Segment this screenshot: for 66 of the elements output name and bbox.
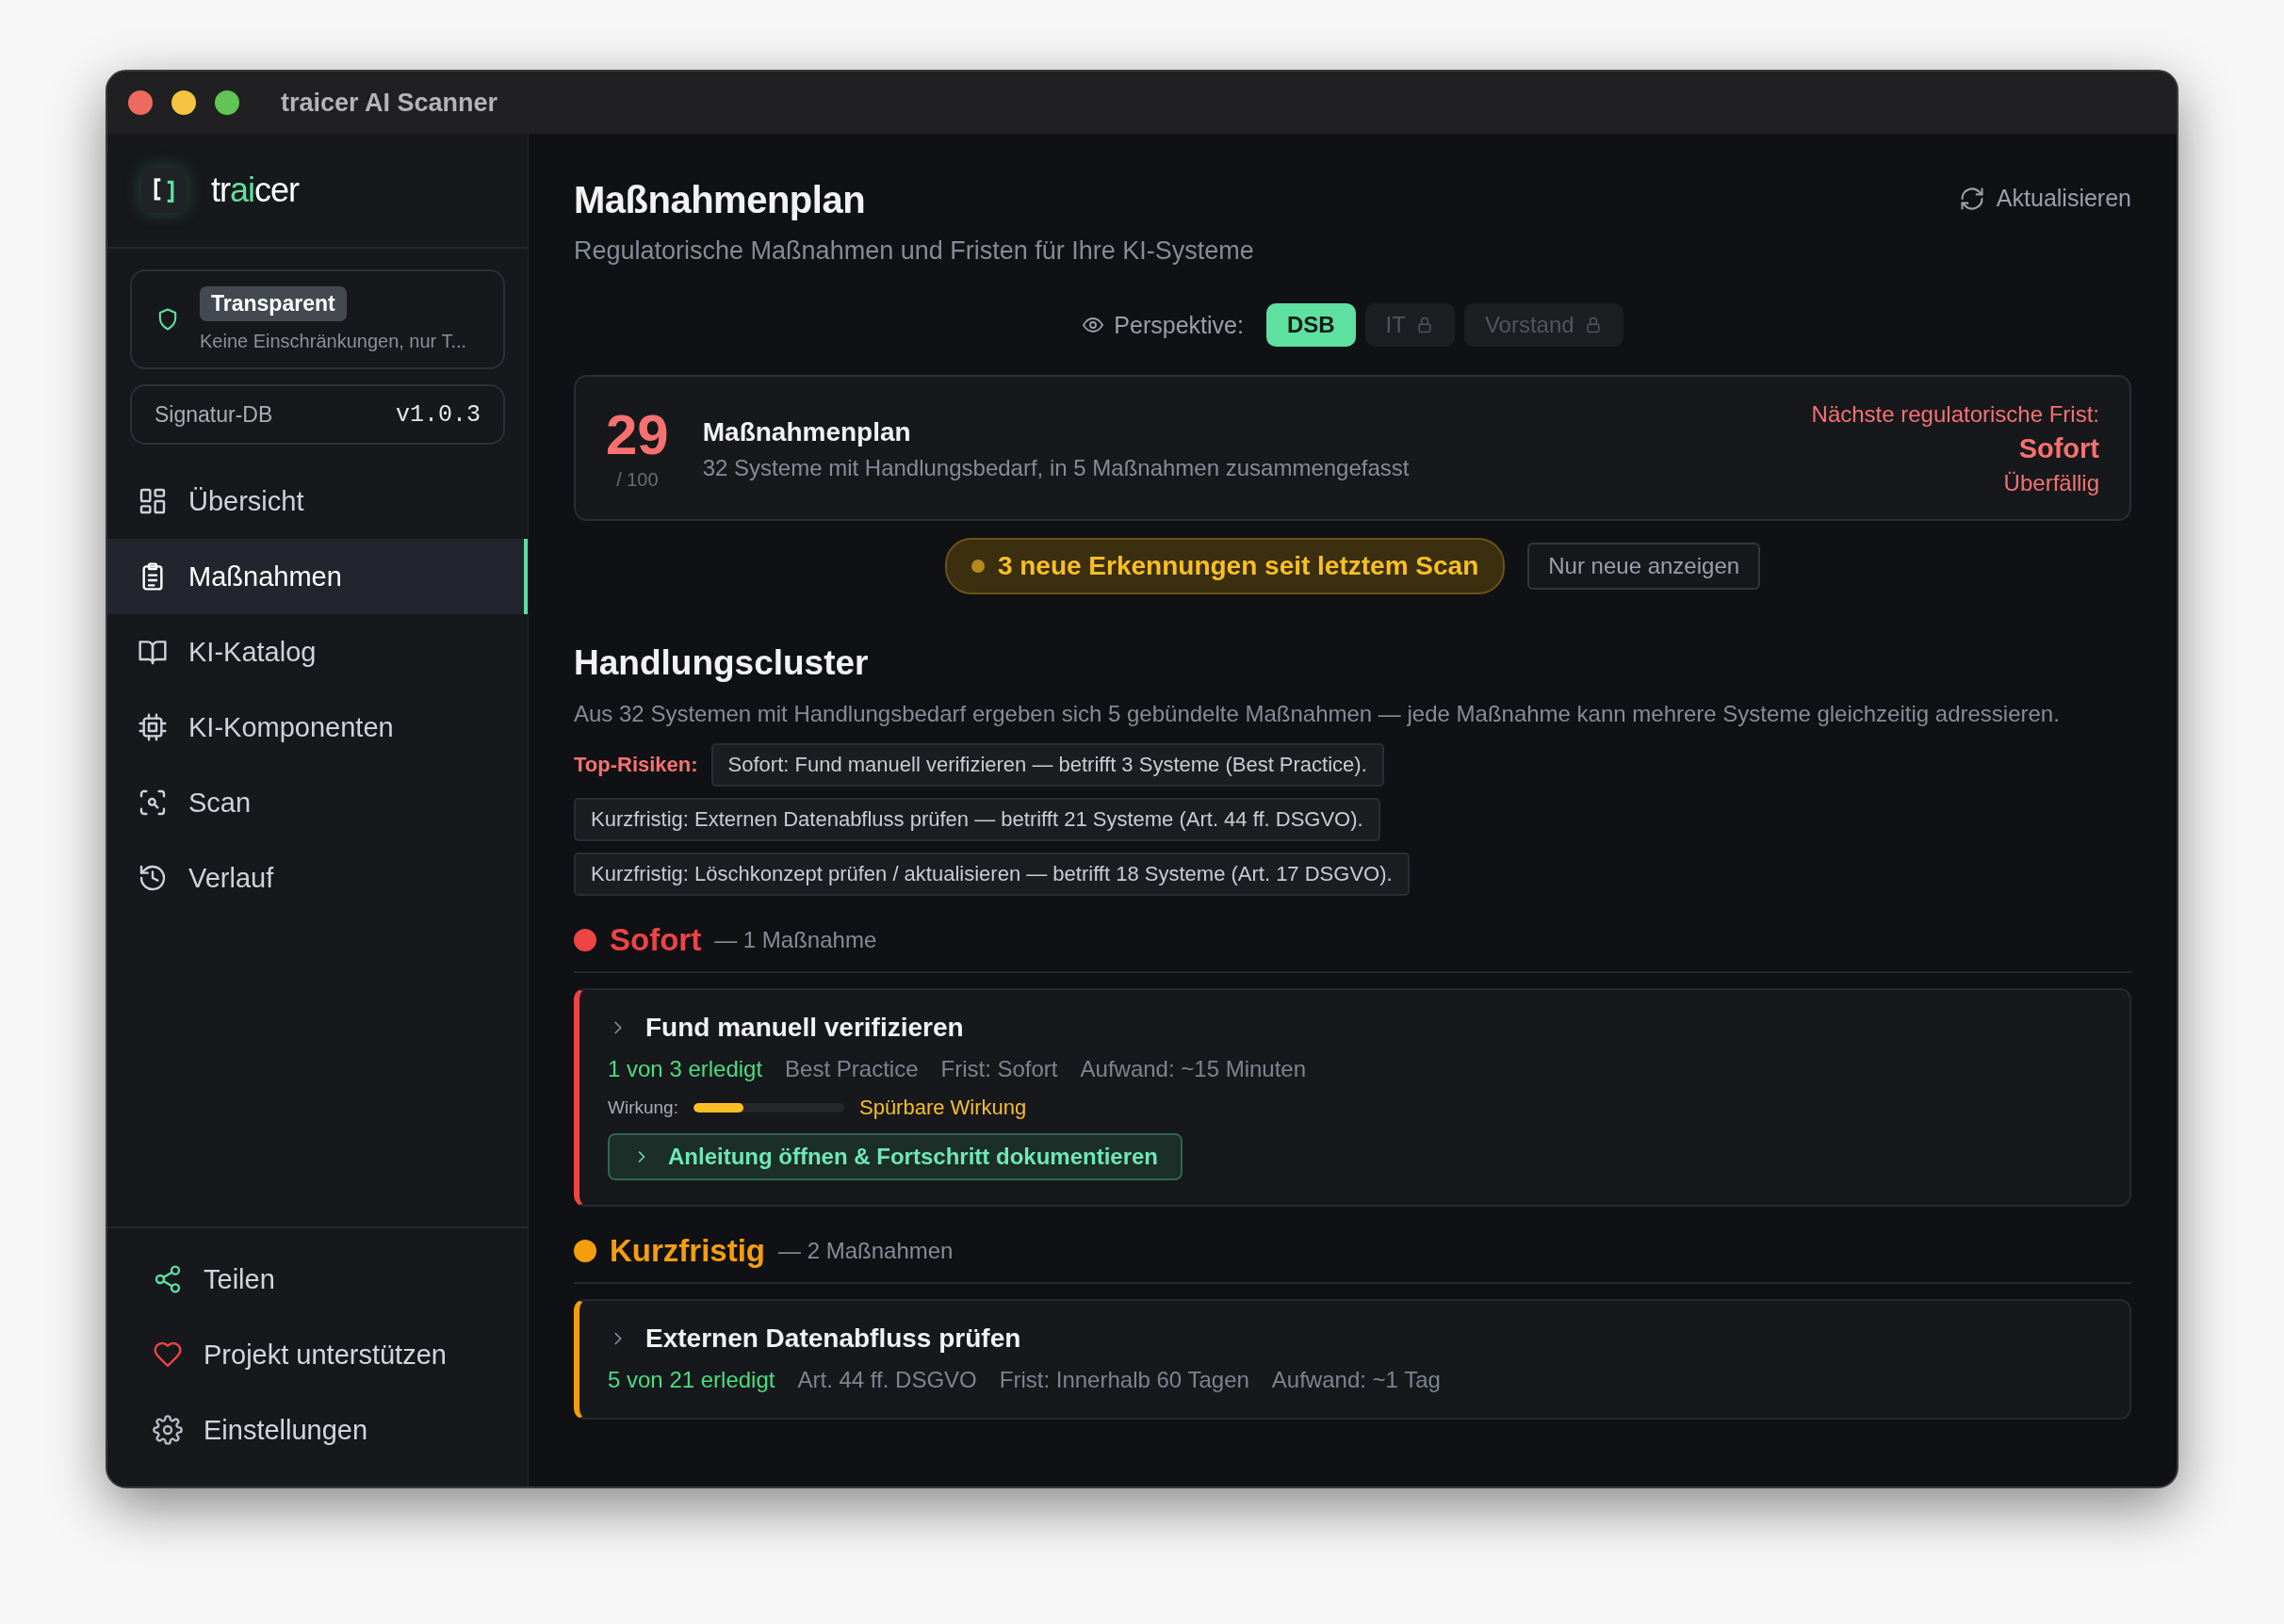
nav-item[interactable]: Verlauf [107,840,528,916]
action-effort: Aufwand: ~1 Tag [1271,1367,1441,1393]
minimize-button[interactable] [171,90,196,115]
window-title: traicer AI Scanner [281,88,498,118]
refresh-icon [1958,185,1985,212]
risk-chip: Kurzfristig: Externen Datenabfluss prüfen — betrifft 21 Systeme (Art. 44 ff. DSGVO). [574,798,1380,841]
deadline-value: Sofort [2018,433,2099,464]
footer-item[interactable]: Projekt unterstützen [107,1317,528,1392]
action-count: — 1 Maßnahme [714,927,877,953]
footer-item[interactable]: Teilen [107,1242,528,1317]
page-subtitle: Regulatorische Maßnahmen und Fristen für Ihre KI-Systeme [574,236,1254,266]
footer-item[interactable]: Einstellungen [107,1392,528,1468]
guide-button[interactable]: Anleitung öffnen & Fortschritt dokumentieren [608,1133,1183,1180]
summary-description: 32 Systeme mit Handlungsbedarf, in 5 Maßnahmen zusammengefasst [702,454,1411,481]
action-title[interactable]: Externen Datenabfluss prüfen [645,1324,1021,1354]
perspective-tab[interactable]: DSB [1265,303,1356,347]
signature-label: Signatur-DB [155,401,273,428]
section-title: Handlungscluster [574,643,870,683]
share-icon [153,1264,183,1294]
grid-icon [138,486,168,516]
banner-text: 3 neue Erkennungen seit letztem Scan [997,551,1479,581]
action-count: — 2 Maßnahmen [778,1238,954,1264]
progress-text: 5 von 21 erledigt [608,1367,775,1393]
status-dot-icon [971,560,985,573]
nav-item[interactable]: KI-Katalog [107,614,528,690]
nav-item[interactable]: Übersicht [107,463,528,539]
scan-icon [138,788,168,818]
score-value: 29 [606,407,669,463]
nav-item[interactable]: KI-Komponenten [107,690,528,765]
top-risks-label: Top-Risiken: [574,753,698,777]
priority-title: Sofort [610,922,702,958]
mode-badge: Transparent [200,286,347,321]
action-title[interactable]: Fund manuell verifizieren [645,1013,964,1043]
zoom-button[interactable] [215,90,239,115]
settings-icon [153,1415,183,1445]
risk-chip: Kurzfristig: Löschkonzept prüfen / aktualisieren — betrifft 18 Systeme (Art. 17 DSGVO). [574,853,1410,896]
bracket-logo-icon [141,168,187,213]
priority-title: Kurzfristig [610,1233,765,1269]
risk-chip: Sofort: Fund manuell verifizieren — betrifft 3 Systeme (Best Practice). [710,743,1384,787]
nav-item[interactable]: Scan [107,765,528,840]
nav-item[interactable]: Maßnahmen [107,539,528,614]
deadline-label: Nächste regulatorische Frist: [1811,401,2099,428]
history-icon [138,863,168,893]
action-source: Art. 44 ff. DSGVO [797,1367,977,1393]
brand-name: traicer [211,171,300,210]
impact-text: Spürbare Wirkung [858,1096,1027,1120]
deadline-status: Überfällig [2003,470,2099,496]
summary-title: Maßnahmenplan [702,416,912,447]
heart-icon [153,1340,183,1370]
close-button[interactable] [128,90,153,115]
perspective-label: Perspektive: [1114,311,1244,339]
page-title: Maßnahmenplan [574,179,867,221]
chip-icon [138,712,168,742]
score-max: / 100 [616,469,659,491]
signature-version: v1.0.3 [396,400,481,429]
action-deadline: Frist: Sofort [940,1056,1058,1082]
action-deadline: Frist: Innerhalb 60 Tagen [999,1367,1249,1393]
action-source: Best Practice [785,1056,919,1082]
mode-card[interactable]: Transparent Keine Einschränkungen, nur T... [130,269,505,369]
section-description: Aus 32 Systemen mit Handlungsbedarf ergeben sich 5 gebündelte Maßnahmen — jede Maßnahme kann mehrere Systeme gleichzeitig adressieren. [574,700,2061,728]
refresh-button[interactable]: Aktualisieren [1958,185,2131,212]
filter-button[interactable]: Nur neue anzeigen [1527,543,1761,590]
action-effort: Aufwand: ~15 Minuten [1080,1056,1307,1082]
impact-label: Wirkung: [608,1097,678,1118]
mode-description: Keine Einschränkungen, nur T... [200,331,467,352]
progress-text: 1 von 3 erledigt [608,1056,763,1082]
